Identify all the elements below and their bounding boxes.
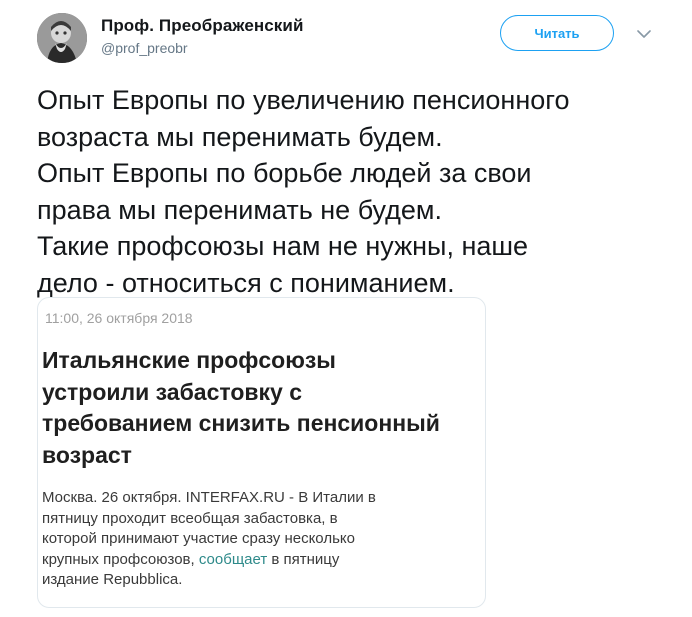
author-handle[interactable]: @prof_preobr bbox=[101, 40, 188, 56]
body-line: пятницу проходит всеобщая забастовка, в bbox=[42, 509, 338, 527]
tweet-card: Проф. Преображенский @prof_preobr Читать… bbox=[0, 0, 692, 617]
follow-button[interactable]: Читать bbox=[500, 15, 614, 51]
body-line: которой принимают участие сразу нескольк… bbox=[42, 530, 355, 547]
tweet-text-line: дело - относиться с пониманием. bbox=[37, 267, 455, 298]
attached-image[interactable]: 11:00, 26 октября 2018 Итальянские профс… bbox=[37, 297, 486, 608]
author-name[interactable]: Проф. Преображенский bbox=[101, 16, 304, 36]
chevron-down-icon[interactable] bbox=[634, 24, 654, 44]
tweet-text: Опыт Европы по увеличению пенсионного во… bbox=[37, 82, 677, 301]
body-text: крупных профсоюзов, bbox=[42, 550, 195, 568]
avatar-image bbox=[37, 13, 87, 63]
body-text: в пятницу bbox=[271, 550, 340, 568]
body-line: издание Repubblica. bbox=[42, 571, 183, 588]
body-line: крупных профсоюзов, сообщает в пятницу bbox=[42, 550, 482, 571]
article-headline: Итальянские профсоюзы устроили забастовк… bbox=[42, 345, 482, 471]
headline-line: Итальянские профсоюзы bbox=[42, 347, 336, 373]
article-body: Москва. 26 октября. INTERFAX.RU - В Итал… bbox=[42, 488, 482, 591]
avatar[interactable] bbox=[37, 13, 87, 63]
body-line: Москва. 26 октября. INTERFAX.RU - В Итал… bbox=[42, 489, 376, 506]
headline-line: возраст bbox=[42, 441, 132, 468]
tweet-text-line: возраста мы перенимать будем. bbox=[37, 121, 443, 152]
tweet-text-line: права мы перенимать не будем. bbox=[37, 194, 442, 225]
headline-line: требованием снизить пенсионный bbox=[42, 410, 440, 436]
headline-line: устроили забастовку с bbox=[42, 378, 302, 405]
tweet-text-line: Такие профсоюзы нам не нужны, наше bbox=[37, 231, 529, 261]
article-date: 11:00, 26 октября 2018 bbox=[45, 310, 193, 326]
tweet-text-line: Опыт Европы по увеличению пенсионного bbox=[37, 85, 570, 115]
article-source-link: сообщает bbox=[198, 550, 268, 568]
tweet-text-line: Опыт Европы по борьбе людей за свои bbox=[37, 158, 532, 188]
